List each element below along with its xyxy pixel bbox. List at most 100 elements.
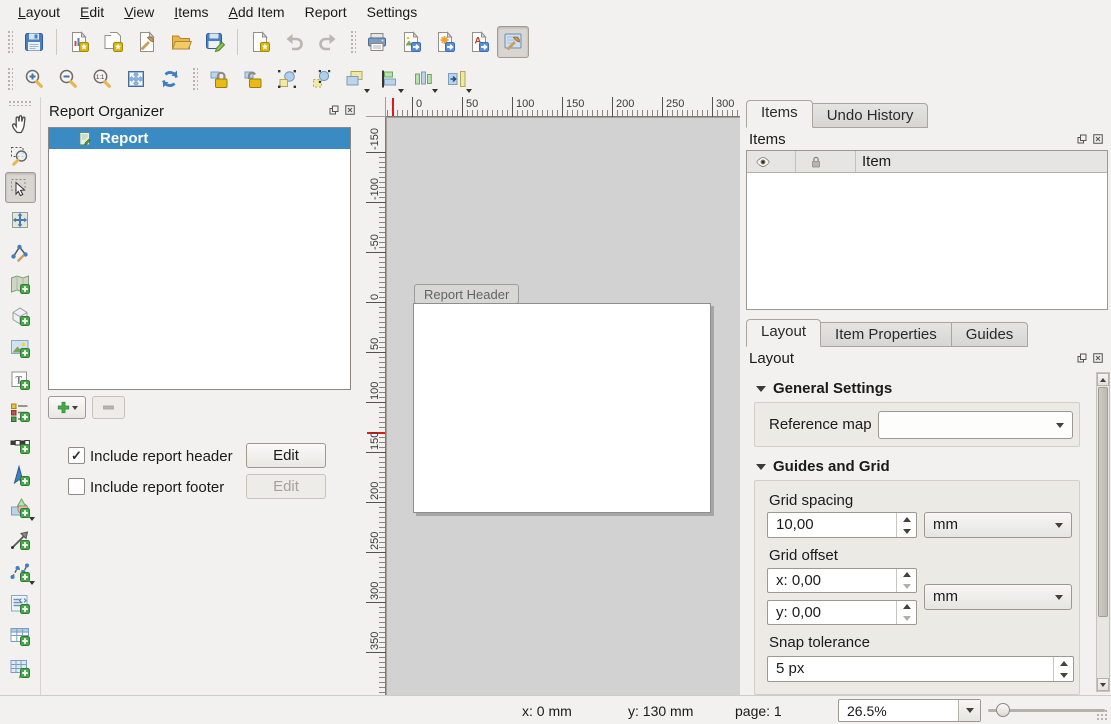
zoom-actual-button[interactable]: 1:1 <box>86 63 118 95</box>
spin-buttons[interactable] <box>1053 657 1073 681</box>
zoom-full-button[interactable] <box>120 63 152 95</box>
pan-button[interactable] <box>5 108 36 139</box>
report-tree-item[interactable]: Report <box>49 128 350 149</box>
export-svg-button[interactable] <box>429 26 461 58</box>
add-scalebar-button[interactable] <box>5 428 36 459</box>
slider-handle[interactable] <box>996 703 1010 717</box>
menu-report[interactable]: Report <box>295 1 357 23</box>
new-report-button[interactable] <box>63 26 95 58</box>
add-north-arrow-button[interactable] <box>5 460 36 491</box>
lock-column-header[interactable] <box>796 151 856 172</box>
add-3d-map-icon <box>8 304 32 328</box>
add-attribute-table-button[interactable] <box>5 620 36 651</box>
guides-and-grid-section[interactable]: Guides and Grid <box>756 458 890 475</box>
grid-offset-unit-combo[interactable]: mm <box>924 584 1072 610</box>
tab-item-properties[interactable]: Item Properties <box>821 322 952 347</box>
menu-items[interactable]: Items <box>164 1 218 23</box>
close-panel-icon[interactable] <box>1092 352 1104 364</box>
add-html-button[interactable] <box>5 588 36 619</box>
resize-grip[interactable] <box>1096 709 1109 722</box>
new-page-button[interactable] <box>244 26 276 58</box>
raise-items-button[interactable] <box>339 63 371 95</box>
align-items-button[interactable] <box>373 63 405 95</box>
scrollbar-thumb[interactable] <box>1098 387 1108 617</box>
include-report-header-checkbox[interactable]: ✓ <box>68 447 85 464</box>
add-map-button[interactable] <box>5 268 36 299</box>
refresh-button[interactable] <box>154 63 186 95</box>
float-panel-icon[interactable] <box>1076 352 1088 364</box>
add-legend-button[interactable] <box>5 396 36 427</box>
lock-items-button[interactable] <box>203 63 235 95</box>
grid-offset-x-input[interactable]: x: 0,00 <box>767 568 917 593</box>
grid-spacing-input[interactable]: 10,00 <box>767 512 917 538</box>
float-panel-icon[interactable] <box>1076 133 1088 145</box>
snap-tolerance-input[interactable]: 5 px <box>767 656 1074 682</box>
tab-guides[interactable]: Guides <box>952 322 1029 347</box>
duplicate-report-icon <box>101 30 125 54</box>
edit-nodes-button[interactable] <box>5 236 36 267</box>
save-as-template-button[interactable] <box>199 26 231 58</box>
page-setup-button[interactable] <box>497 26 529 58</box>
chevron-down-icon[interactable] <box>958 700 980 721</box>
print-button[interactable] <box>361 26 393 58</box>
toolbar-handle <box>6 29 13 55</box>
item-column-header[interactable]: Item <box>856 151 1107 172</box>
close-panel-icon[interactable] <box>344 104 356 116</box>
zoom-out-button[interactable] <box>52 63 84 95</box>
v-ruler-label: 50 <box>369 338 381 350</box>
load-template-button[interactable] <box>165 26 197 58</box>
ungroup-items-button[interactable] <box>305 63 337 95</box>
zoom-slider[interactable] <box>988 708 1105 713</box>
tab-undo-history[interactable]: Undo History <box>813 103 929 128</box>
scroll-down-icon[interactable] <box>1097 678 1109 691</box>
spin-buttons[interactable] <box>896 513 916 537</box>
duplicate-report-button[interactable] <box>97 26 129 58</box>
unlock-items-button[interactable] <box>237 63 269 95</box>
add-shape-button[interactable] <box>5 492 36 523</box>
edit-header-button[interactable]: Edit <box>246 443 326 468</box>
reference-map-combo[interactable] <box>878 411 1073 439</box>
zoom-in-button[interactable] <box>18 63 50 95</box>
grid-spacing-unit-combo[interactable]: mm <box>924 512 1072 538</box>
add-label-button[interactable]: T <box>5 364 36 395</box>
add-node-item-button[interactable] <box>5 556 36 587</box>
spin-buttons[interactable] <box>896 569 916 592</box>
general-settings-section[interactable]: General Settings <box>756 380 892 397</box>
add-arrow-button[interactable] <box>5 524 36 555</box>
export-pdf-button[interactable]: A <box>463 26 495 58</box>
select-move-button[interactable] <box>5 172 36 203</box>
grid-offset-label: Grid offset <box>769 547 838 564</box>
menu-view[interactable]: View <box>114 1 164 23</box>
spin-buttons[interactable] <box>896 601 916 624</box>
add-fixed-table-button[interactable] <box>5 652 36 683</box>
float-panel-icon[interactable] <box>328 104 340 116</box>
report-settings-button[interactable] <box>131 26 163 58</box>
layout-panel-scrollbar[interactable] <box>1096 372 1110 692</box>
move-content-button[interactable] <box>5 204 36 235</box>
tab-items[interactable]: Items <box>746 100 813 128</box>
menu-edit[interactable]: Edit <box>70 1 114 23</box>
save-project-button[interactable] <box>18 26 50 58</box>
add-section-button[interactable] <box>48 396 86 419</box>
zoom-tool-button[interactable] <box>5 140 36 171</box>
menu-layout[interactable]: Layout <box>8 1 70 23</box>
close-panel-icon[interactable] <box>1092 133 1104 145</box>
page-viewport[interactable]: Report Header <box>386 117 740 695</box>
resize-items-button[interactable] <box>441 63 473 95</box>
export-image-button[interactable] <box>395 26 427 58</box>
group-items-button[interactable] <box>271 63 303 95</box>
distribute-items-button[interactable] <box>407 63 439 95</box>
add-legend-icon <box>8 400 32 424</box>
include-report-footer-checkbox[interactable] <box>68 478 85 495</box>
zoom-level-combo[interactable]: 26.5% <box>838 699 981 722</box>
tab-layout[interactable]: Layout <box>746 319 821 347</box>
grid-offset-y-input[interactable]: y: 0,00 <box>767 600 917 625</box>
scroll-up-icon[interactable] <box>1097 373 1109 386</box>
menu-add-item[interactable]: Add Item <box>219 1 295 23</box>
menu-settings[interactable]: Settings <box>357 1 428 23</box>
visibility-column-header[interactable] <box>747 151 796 172</box>
add-3d-map-button[interactable] <box>5 300 36 331</box>
add-picture-button[interactable] <box>5 332 36 363</box>
report-page[interactable] <box>413 303 711 513</box>
ruler-corner <box>366 97 386 117</box>
